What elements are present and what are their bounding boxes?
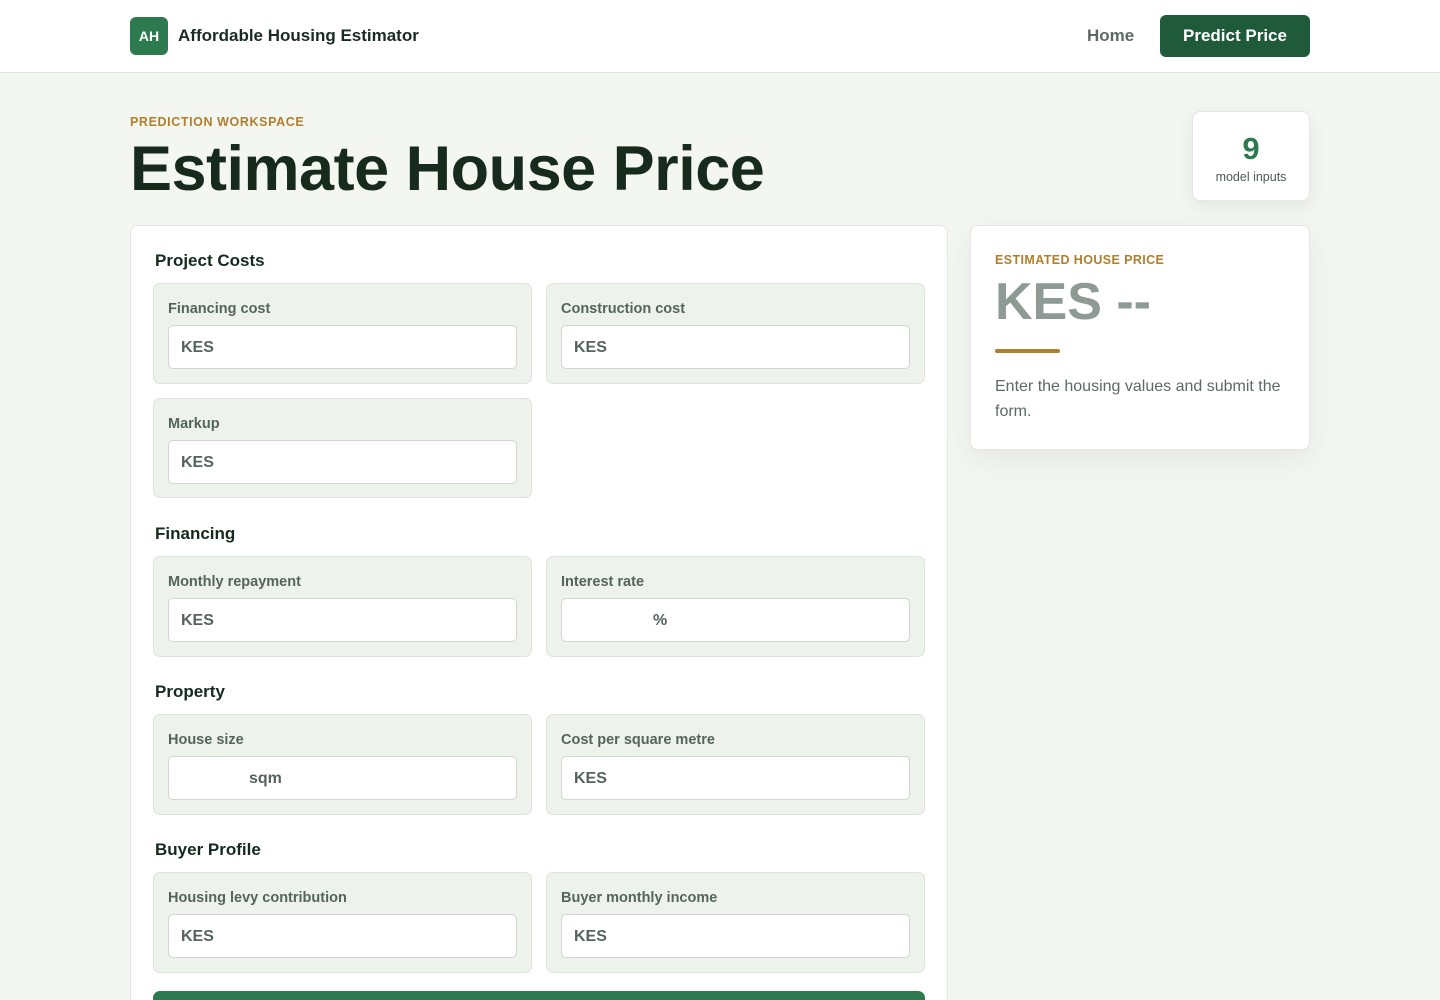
currency-prefix: KES	[574, 770, 607, 787]
field-label: Financing cost	[168, 301, 271, 317]
section-title-project-costs: Project Costs	[155, 251, 265, 270]
result-card: ESTIMATED HOUSE PRICE KES -- Enter the h…	[970, 225, 1310, 450]
field-markup: Markup KES	[153, 398, 532, 498]
app-name: Affordable Housing Estimator	[178, 26, 419, 45]
field-buyer-income: Buyer monthly income KES	[546, 872, 925, 973]
house-size-input[interactable]: sqm	[168, 756, 517, 800]
nav-home-link[interactable]: Home	[1087, 26, 1134, 46]
buyer-income-input[interactable]: KES	[561, 914, 910, 958]
markup-input[interactable]: KES	[168, 440, 517, 484]
field-label: Cost per square metre	[561, 732, 715, 748]
currency-prefix: KES	[574, 339, 607, 356]
page-title: Estimate House Price	[130, 134, 765, 204]
submit-prediction-button[interactable]	[153, 991, 925, 1000]
field-cost-per-sqm: Cost per square metre KES	[546, 714, 925, 815]
housing-levy-input[interactable]: KES	[168, 914, 517, 958]
model-inputs-count: 9	[1242, 131, 1260, 166]
result-divider	[995, 349, 1060, 353]
field-house-size: House size sqm	[153, 714, 532, 815]
currency-prefix: KES	[181, 612, 214, 629]
section-title-financing: Financing	[155, 524, 236, 543]
field-label: Interest rate	[561, 574, 645, 590]
monthly-repayment-input[interactable]: KES	[168, 598, 517, 642]
field-label: Monthly repayment	[168, 574, 301, 590]
field-label: Markup	[168, 416, 220, 432]
currency-prefix: KES	[181, 454, 214, 471]
field-label: House size	[168, 732, 244, 748]
top-navigation-bar: AH Affordable Housing Estimator Home Pre…	[0, 0, 1440, 73]
section-title-buyer-profile: Buyer Profile	[155, 840, 261, 859]
estimated-price-value: KES --	[995, 273, 1151, 331]
cost-per-sqm-input[interactable]: KES	[561, 756, 910, 800]
field-construction-cost: Construction cost KES	[546, 283, 925, 384]
field-interest-rate: Interest rate %	[546, 556, 925, 657]
field-label: Buyer monthly income	[561, 890, 718, 906]
interest-rate-input[interactable]: %	[561, 598, 910, 642]
prediction-form: Project Costs Financing cost KES Constru…	[130, 225, 948, 1000]
construction-cost-input[interactable]: KES	[561, 325, 910, 369]
result-message: Enter the housing values and submit the …	[995, 378, 1281, 420]
field-label: Construction cost	[561, 301, 686, 317]
unit-suffix: sqm	[249, 770, 282, 787]
nav-predict-price-button[interactable]: Predict Price	[1160, 15, 1310, 57]
currency-prefix: KES	[181, 339, 214, 356]
field-financing-cost: Financing cost KES	[153, 283, 532, 384]
field-monthly-repayment: Monthly repayment KES	[153, 556, 532, 657]
page-eyebrow: PREDICTION WORKSPACE	[130, 115, 305, 129]
currency-prefix: KES	[574, 928, 607, 945]
financing-cost-input[interactable]: KES	[168, 325, 517, 369]
currency-prefix: KES	[181, 928, 214, 945]
brand[interactable]: AH Affordable Housing Estimator	[130, 17, 419, 55]
field-housing-levy: Housing levy contribution KES	[153, 872, 532, 973]
model-inputs-label: model inputs	[1215, 170, 1287, 184]
section-title-property: Property	[155, 682, 225, 701]
result-eyebrow: ESTIMATED HOUSE PRICE	[995, 253, 1165, 267]
field-label: Housing levy contribution	[168, 890, 347, 906]
model-inputs-stat-card: 9 model inputs	[1192, 111, 1310, 201]
brand-logo: AH	[130, 17, 168, 55]
percent-suffix: %	[653, 612, 668, 629]
